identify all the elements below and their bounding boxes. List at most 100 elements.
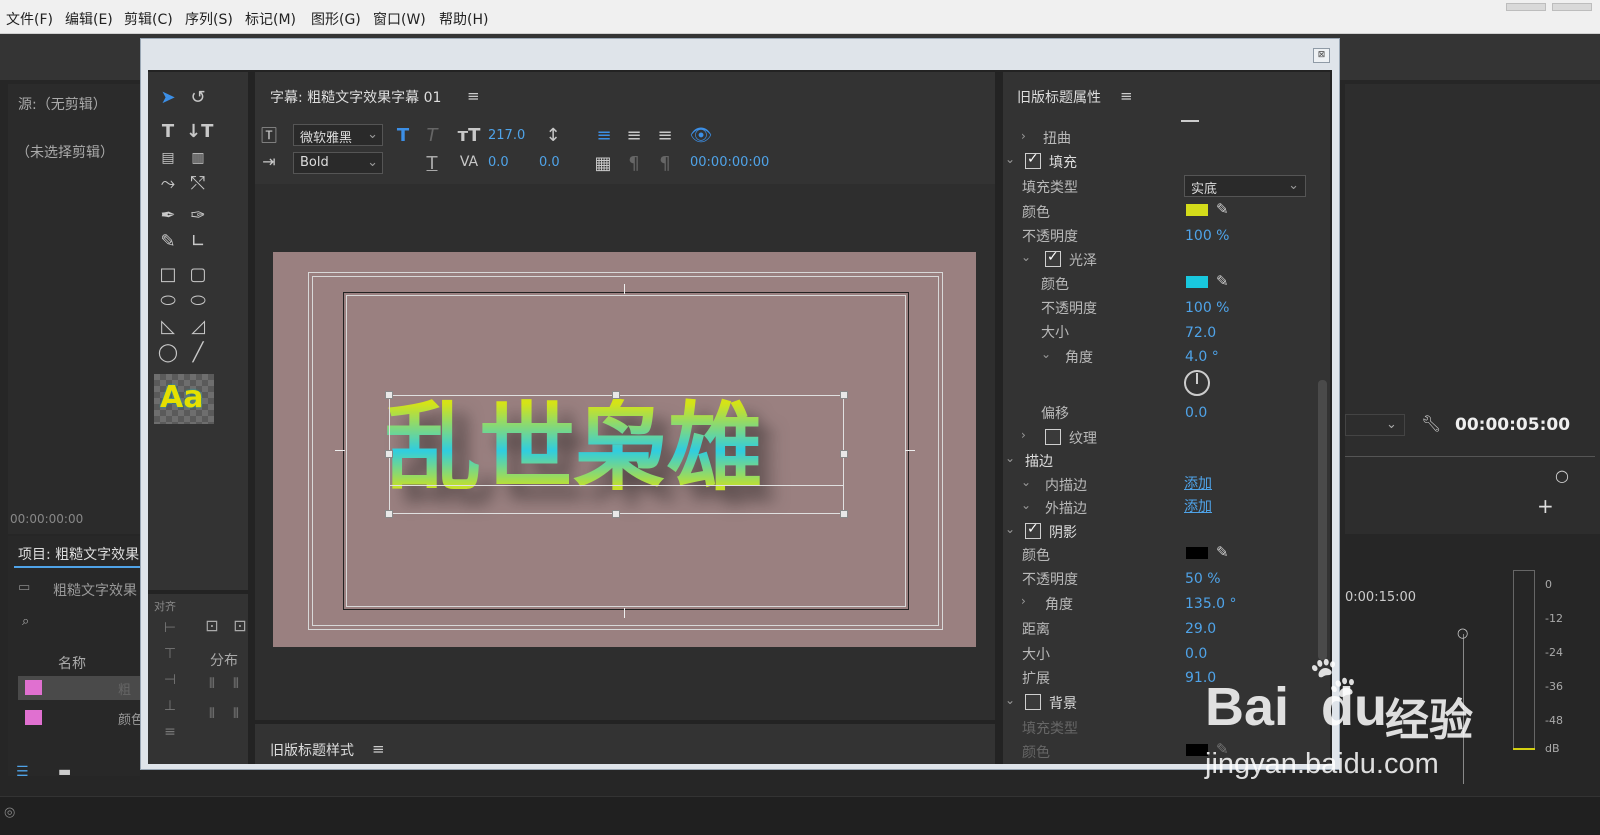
minimize-button[interactable] xyxy=(1506,3,1546,11)
resize-handle[interactable] xyxy=(840,450,848,458)
font-style-select[interactable]: Bold ⌄ xyxy=(293,152,383,174)
chevron-down-icon[interactable]: ⌄ xyxy=(1005,693,1015,707)
title-timecode[interactable]: 00:00:00:00 xyxy=(690,155,769,170)
eyedropper-icon[interactable]: ✎ xyxy=(1216,543,1229,561)
baseline-shift-icon[interactable]: ▦ xyxy=(591,154,615,174)
style-swatch[interactable]: Aa xyxy=(154,374,214,424)
distribute-space-icon[interactable]: ⫴ xyxy=(224,704,248,724)
add-anchor-tool-icon[interactable]: ✎ xyxy=(156,232,180,252)
menu-graphics[interactable]: 图形(G) xyxy=(311,9,361,29)
italic-icon[interactable]: T xyxy=(420,126,444,146)
align-center-text-icon[interactable]: ≡ xyxy=(622,126,646,146)
resize-handle[interactable] xyxy=(612,391,620,399)
rectangle-tool-icon[interactable]: □ xyxy=(156,265,180,285)
chevron-right-icon[interactable]: › xyxy=(1021,594,1026,608)
rounded-clip-tool-icon[interactable]: ⬭ xyxy=(186,291,210,311)
resize-handle[interactable] xyxy=(840,391,848,399)
menu-help[interactable]: 帮助(H) xyxy=(439,9,488,29)
chevron-down-icon[interactable]: ⌄ xyxy=(1021,498,1031,512)
convert-anchor-tool-icon[interactable]: ∟ xyxy=(186,232,210,252)
list-item[interactable]: 颜色 xyxy=(18,706,144,730)
maximize-button[interactable] xyxy=(1552,3,1592,11)
type-tool-icon[interactable]: T xyxy=(156,122,180,142)
prev-frame-icon[interactable]: ¶ xyxy=(622,154,646,174)
shadow-distance-value[interactable]: 29.0 xyxy=(1185,621,1216,637)
bold-icon[interactable]: T xyxy=(391,126,415,146)
icon-view-icon[interactable]: ▬ xyxy=(58,764,71,780)
kerning-value[interactable]: 0.0 xyxy=(488,155,509,170)
chevron-down-icon[interactable]: ⌄ xyxy=(1041,347,1051,361)
clipped-rectangle-tool-icon[interactable]: ⬭ xyxy=(156,291,180,311)
align-right-text-icon[interactable]: ≡ xyxy=(653,126,677,146)
font-family-select[interactable]: 微软雅黑 ⌄ xyxy=(293,124,383,146)
fill-checkbox[interactable] xyxy=(1025,151,1041,169)
zoom-handle[interactable]: ○ xyxy=(1457,626,1468,641)
rotate-tool-icon[interactable]: ↺ xyxy=(186,88,210,108)
distribute-right-icon[interactable]: ⫴ xyxy=(224,674,248,694)
column-name[interactable]: 名称 xyxy=(58,653,86,673)
list-item[interactable]: 粗 xyxy=(18,676,140,700)
path-type-tool-icon[interactable]: ⤳ xyxy=(156,174,180,194)
delete-anchor-tool-icon[interactable]: ✑ xyxy=(186,206,210,226)
resize-handle[interactable] xyxy=(840,510,848,518)
wrench-icon[interactable]: 🔧︎ xyxy=(1421,414,1441,433)
center-horizontal-icon[interactable]: ⊡ xyxy=(200,616,224,636)
distribute-left-icon[interactable]: ⫴ xyxy=(200,674,224,694)
eyedropper-icon[interactable]: ✎ xyxy=(1216,200,1229,218)
panel-menu-icon[interactable]: ≡ xyxy=(1120,87,1133,105)
project-title[interactable]: 项目: 粗糙文字效果 xyxy=(18,544,139,564)
fill-type-select[interactable]: 实底 ⌄ xyxy=(1184,175,1306,197)
chevron-down-icon[interactable]: ⌄ xyxy=(1005,451,1015,465)
line-tool-icon[interactable]: ╱ xyxy=(186,343,210,363)
resize-handle[interactable] xyxy=(612,510,620,518)
shadow-size-value[interactable]: 0.0 xyxy=(1185,646,1207,662)
program-timecode[interactable]: 00:00:05:00 xyxy=(1455,415,1570,435)
menu-sequence[interactable]: 序列(S) xyxy=(185,9,233,29)
background-checkbox[interactable] xyxy=(1025,694,1041,710)
texture-checkbox[interactable] xyxy=(1045,429,1061,445)
chevron-down-icon[interactable]: ⌄ xyxy=(1021,250,1031,264)
menu-file[interactable]: 文件(F) xyxy=(6,9,53,29)
panel-menu-icon[interactable]: ≡ xyxy=(372,740,385,758)
chevron-down-icon[interactable]: ⌄ xyxy=(1005,152,1015,166)
resize-handle[interactable] xyxy=(385,450,393,458)
tracking-value[interactable]: 0.0 xyxy=(539,155,560,170)
align-bottom-icon[interactable]: ≡ xyxy=(158,722,182,742)
distribute-center-icon[interactable]: ⫴ xyxy=(200,704,224,724)
fill-color-swatch[interactable] xyxy=(1186,204,1208,216)
align-right-icon[interactable]: ⊣ xyxy=(158,670,182,690)
search-icon[interactable]: ⌕ xyxy=(22,614,29,629)
shadow-angle-value[interactable]: 135.0 ° xyxy=(1185,596,1237,612)
chevron-right-icon[interactable]: › xyxy=(1021,129,1026,143)
wedge-tool-icon[interactable]: ◺ xyxy=(156,317,180,337)
roll-crawl-icon[interactable]: 🅃︎ xyxy=(257,126,281,146)
add-outer-stroke-link[interactable]: 添加 xyxy=(1184,496,1212,516)
pen-tool-icon[interactable]: ✒ xyxy=(156,206,180,226)
sheen-color-swatch[interactable] xyxy=(1186,276,1208,288)
menu-clip[interactable]: 剪辑(C) xyxy=(124,9,173,29)
shadow-checkbox[interactable] xyxy=(1025,521,1041,539)
add-icon[interactable]: + xyxy=(1537,494,1554,518)
center-vertical-icon[interactable]: ⊡ xyxy=(228,616,252,636)
add-inner-stroke-link[interactable]: 添加 xyxy=(1184,473,1212,493)
menu-marker[interactable]: 标记(M) xyxy=(245,9,296,29)
tab-stops-icon[interactable]: ⇥ xyxy=(257,152,281,172)
font-size-value[interactable]: 217.0 xyxy=(488,128,525,143)
resize-handle[interactable] xyxy=(385,510,393,518)
chevron-down-icon[interactable]: ⌄ xyxy=(1021,475,1031,489)
shadow-opacity-value[interactable]: 50 % xyxy=(1185,571,1221,587)
vertical-path-type-tool-icon[interactable]: ⤲ xyxy=(186,174,210,194)
align-center-icon[interactable]: ⊤ xyxy=(158,644,182,664)
panel-menu-icon[interactable]: ≡ xyxy=(467,87,480,105)
angle-dial[interactable] xyxy=(1184,370,1210,396)
sheen-angle-value[interactable]: 4.0 ° xyxy=(1185,349,1219,365)
menu-edit[interactable]: 编辑(E) xyxy=(65,9,113,29)
show-background-video-icon[interactable]: 👁︎ xyxy=(689,126,713,146)
resize-handle[interactable] xyxy=(385,391,393,399)
chevron-right-icon[interactable]: › xyxy=(1021,428,1026,442)
next-frame-icon[interactable]: ¶ xyxy=(653,154,677,174)
sheen-size-value[interactable]: 72.0 xyxy=(1185,325,1216,341)
eyedropper-icon[interactable]: ✎ xyxy=(1216,272,1229,290)
align-left-icon[interactable]: ⊢ xyxy=(158,618,182,638)
align-top-icon[interactable]: ⊥ xyxy=(158,696,182,716)
